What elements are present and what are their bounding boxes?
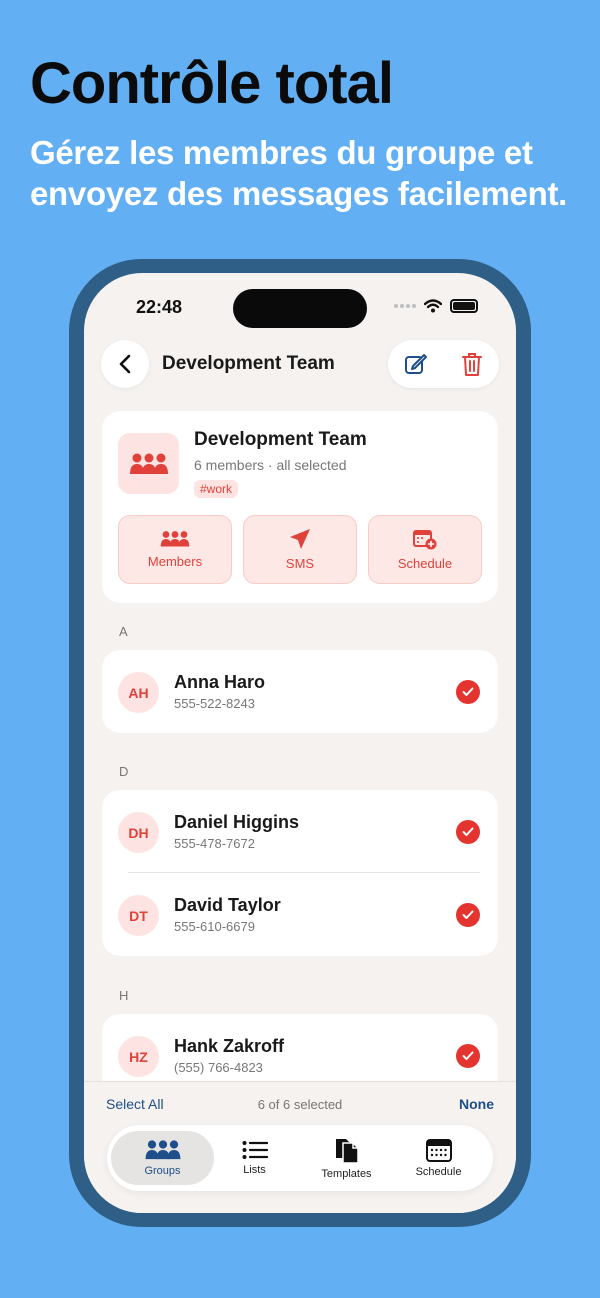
dynamic-island — [233, 289, 367, 328]
select-none-button[interactable]: None — [459, 1096, 494, 1112]
avatar: AH — [118, 672, 159, 713]
calendar-icon — [425, 1139, 452, 1162]
group-name: Development Team — [194, 429, 367, 450]
members-label: Members — [147, 554, 203, 569]
checkmark-icon[interactable] — [456, 1044, 480, 1068]
contact-phone: 555-478-7672 — [174, 836, 255, 851]
nav-actions — [388, 340, 499, 388]
templates-icon — [335, 1139, 359, 1164]
avatar: HZ — [118, 1036, 159, 1077]
bottom-panel: Select All 6 of 6 selected None Groups L… — [84, 1081, 516, 1213]
contact-name: Daniel Higgins — [174, 812, 300, 832]
signal-icon — [394, 304, 416, 308]
tab-lists-label: Lists — [243, 1164, 266, 1176]
section-header-d: D — [119, 764, 129, 779]
promo-subtitle: Gérez les membres du groupe et envoyez d… — [30, 134, 568, 212]
chevron-left-icon — [119, 354, 131, 374]
phone-screen: 22:48 Development Team Development Team … — [84, 273, 516, 1213]
contact-row[interactable]: AH Anna Haro 555-522-8243 — [102, 650, 498, 733]
contact-row[interactable]: DT David Taylor 555-610-6679 — [102, 873, 498, 956]
contact-phone: (555) 766-4823 — [174, 1060, 263, 1075]
tab-templates-label: Templates — [321, 1168, 372, 1180]
contact-name: Anna Haro — [174, 672, 266, 692]
contact-phone: 555-522-8243 — [174, 696, 255, 711]
list-icon — [242, 1141, 268, 1159]
sms-button[interactable]: SMS — [243, 515, 357, 584]
checkmark-icon[interactable] — [456, 680, 480, 704]
wifi-icon — [424, 299, 442, 313]
status-icons — [394, 299, 478, 313]
send-icon — [290, 529, 310, 549]
tab-groups[interactable]: Groups — [111, 1131, 214, 1185]
tab-groups-label: Groups — [144, 1165, 181, 1177]
group-avatar — [118, 433, 179, 494]
tab-schedule-label: Schedule — [415, 1166, 462, 1178]
nav-title: Development Team — [162, 353, 335, 374]
group-meta: 6 members · all selected — [194, 457, 347, 473]
group-people-icon — [129, 453, 168, 474]
contact-card-d: DH Daniel Higgins 555-478-7672 DT David … — [102, 790, 498, 956]
members-button[interactable]: Members — [118, 515, 232, 584]
contact-name: David Taylor — [174, 895, 281, 915]
group-tag[interactable]: #work — [194, 480, 239, 498]
schedule-button[interactable]: Schedule — [368, 515, 482, 584]
tab-lists[interactable]: Lists — [203, 1131, 306, 1185]
groups-icon — [145, 1140, 180, 1160]
battery-icon — [450, 299, 478, 313]
sms-label: SMS — [285, 556, 315, 571]
contact-name: Hank Zakroff — [174, 1036, 285, 1056]
tab-templates[interactable]: Templates — [295, 1131, 398, 1185]
checkmark-icon[interactable] — [456, 903, 480, 927]
promo-title: Contrôle total — [30, 51, 394, 116]
checkmark-icon[interactable] — [456, 820, 480, 844]
edit-icon[interactable] — [404, 352, 428, 376]
calendar-add-icon — [413, 530, 437, 550]
trash-icon[interactable] — [461, 352, 483, 377]
section-header-a: A — [119, 624, 128, 639]
members-icon — [160, 531, 190, 547]
schedule-label: Schedule — [397, 556, 453, 571]
back-button[interactable] — [101, 340, 149, 388]
avatar: DT — [118, 895, 159, 936]
contact-row[interactable]: DH Daniel Higgins 555-478-7672 — [102, 790, 498, 873]
tab-schedule[interactable]: Schedule — [387, 1131, 490, 1185]
contact-phone: 555-610-6679 — [174, 919, 255, 934]
contact-card-a: AH Anna Haro 555-522-8243 — [102, 650, 498, 733]
status-time: 22:48 — [136, 297, 183, 317]
selection-count: 6 of 6 selected — [257, 1097, 343, 1112]
section-header-h: H — [119, 988, 129, 1003]
tab-bar: Groups Lists Templates Schedule — [107, 1125, 493, 1191]
avatar: DH — [118, 812, 159, 853]
group-card: Development Team 6 members · all selecte… — [102, 411, 498, 603]
